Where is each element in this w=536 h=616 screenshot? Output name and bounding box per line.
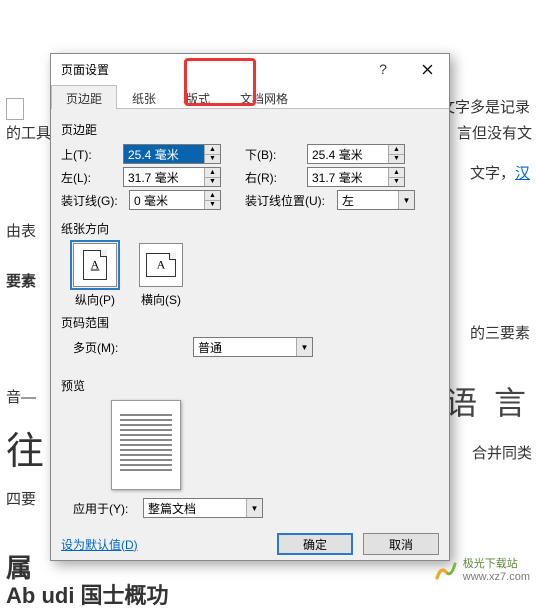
highlight-annotation [184,58,256,106]
set-default-link[interactable]: 设为默认值(D) [61,538,138,552]
section-preview: 预览 [61,377,439,394]
bg-text: 言但没有文 [457,120,532,147]
label-apply: 应用于(Y): [73,500,137,517]
tab-paper[interactable]: 纸张 [117,85,171,109]
help-button[interactable]: ? [361,54,405,84]
label-gutter-pos: 装订线位置(U): [245,192,333,209]
page-setup-dialog: 页面设置 ? 页边距 纸张 版式 文档网格 页边距 上(T): ▲▼ 下(B): [50,53,450,561]
spin-down-icon[interactable]: ▼ [389,155,404,164]
preview-area [111,400,439,490]
spin-gutter[interactable]: ▲▼ [129,190,221,210]
spin-top[interactable]: ▲▼ [123,144,221,164]
input-bottom[interactable] [308,145,388,163]
bg-text: 要素 [6,268,36,295]
input-left[interactable] [124,168,204,186]
orientation-landscape-label: 横向(S) [139,291,183,308]
label-left: 左(L): [61,169,119,186]
bg-text: 文字多是记录 [440,94,530,121]
input-right[interactable] [308,168,388,186]
spin-up-icon[interactable]: ▲ [389,168,404,178]
orientation-portrait[interactable]: A 纵向(P) [73,243,117,308]
label-gutter: 装订线(G): [61,192,125,209]
bg-text: 的工具 [6,120,51,147]
panel: 页边距 上(T): ▲▼ 下(B): ▲▼ 左(L): [51,109,449,527]
spin-up-icon[interactable]: ▲ [389,145,404,155]
combo-gutter-pos[interactable]: 左 ▼ [337,190,415,210]
watermark-url: www.xz7.com [463,571,530,584]
bg-text: 音— [6,384,36,411]
section-pages: 页码范围 [61,314,439,331]
watermark: 极光下载站 www.xz7.com [433,558,530,584]
close-button[interactable] [405,54,449,84]
chevron-down-icon[interactable]: ▼ [296,338,312,356]
bg-text: 语 言 [445,375,530,433]
combo-apply-value: 整篇文档 [144,500,246,517]
combo-gutter-pos-value: 左 [338,192,398,209]
bg-box [6,98,24,120]
input-gutter[interactable] [130,191,204,209]
section-margins: 页边距 [61,121,439,138]
label-top: 上(T): [61,146,119,163]
spin-up-icon[interactable]: ▲ [205,191,220,201]
spin-up-icon[interactable]: ▲ [205,145,220,155]
bg-text: 合并同类 [472,440,532,467]
chevron-down-icon[interactable]: ▼ [246,499,262,517]
spin-down-icon[interactable]: ▼ [205,178,220,187]
label-multi: 多页(M): [73,339,133,356]
bg-text: Ab udi 国士概功 [6,576,169,616]
spin-bottom[interactable]: ▲▼ [307,144,405,164]
orientation-portrait-label: 纵向(P) [73,291,117,308]
spin-down-icon[interactable]: ▼ [205,201,220,210]
watermark-name: 极光下载站 [463,558,530,571]
spin-right[interactable]: ▲▼ [307,167,405,187]
bg-text: 的三要素 [470,320,530,347]
button-row: 设为默认值(D) 确定 取消 [51,527,449,563]
combo-multi-value: 普通 [194,339,296,356]
spin-down-icon[interactable]: ▼ [205,155,220,164]
label-right: 右(R): [245,169,303,186]
preview-page-icon [111,400,181,490]
input-top[interactable] [124,145,204,163]
ok-button[interactable]: 确定 [277,533,353,555]
combo-apply[interactable]: 整篇文档 ▼ [143,498,263,518]
bg-text: 文字，汉 [470,160,530,187]
combo-multi[interactable]: 普通 ▼ [193,337,313,357]
watermark-logo-icon [433,558,459,584]
bg-text: 四要 [6,486,36,513]
close-icon [422,64,433,75]
tab-margins[interactable]: 页边距 [51,85,117,109]
label-bottom: 下(B): [245,146,303,163]
bg-text: 往 [6,418,44,486]
bg-text: 由表 [6,218,36,245]
cancel-button[interactable]: 取消 [363,533,439,555]
orientation-landscape[interactable]: A 横向(S) [139,243,183,308]
chevron-down-icon[interactable]: ▼ [398,191,414,209]
spin-down-icon[interactable]: ▼ [389,178,404,187]
spin-up-icon[interactable]: ▲ [205,168,220,178]
section-orientation: 纸张方向 [61,220,439,237]
spin-left[interactable]: ▲▼ [123,167,221,187]
